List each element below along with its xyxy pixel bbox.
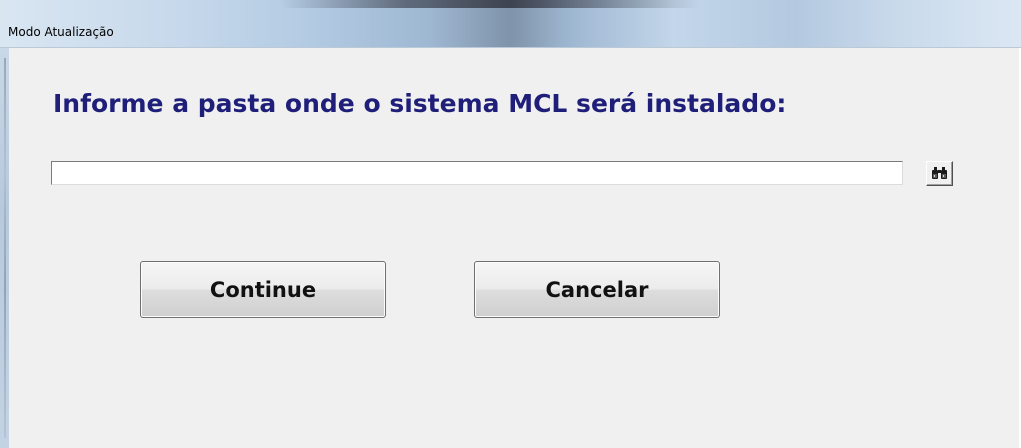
- window-left-border: [0, 48, 9, 448]
- title-bar[interactable]: Modo Atualização: [0, 0, 1021, 48]
- continue-button[interactable]: Continue: [140, 261, 386, 318]
- cancel-button[interactable]: Cancelar: [474, 261, 720, 318]
- installer-window: Modo Atualização Informe a pasta onde o …: [0, 0, 1021, 448]
- cancel-button-label: Cancelar: [545, 277, 649, 302]
- install-folder-prompt: Informe a pasta onde o sistema MCL será …: [53, 89, 787, 118]
- window-title: Modo Atualização: [8, 25, 114, 39]
- continue-button-label: Continue: [209, 277, 317, 302]
- binoculars-icon: [931, 167, 948, 180]
- install-path-input[interactable]: [51, 161, 903, 185]
- browse-folder-button[interactable]: [926, 161, 953, 186]
